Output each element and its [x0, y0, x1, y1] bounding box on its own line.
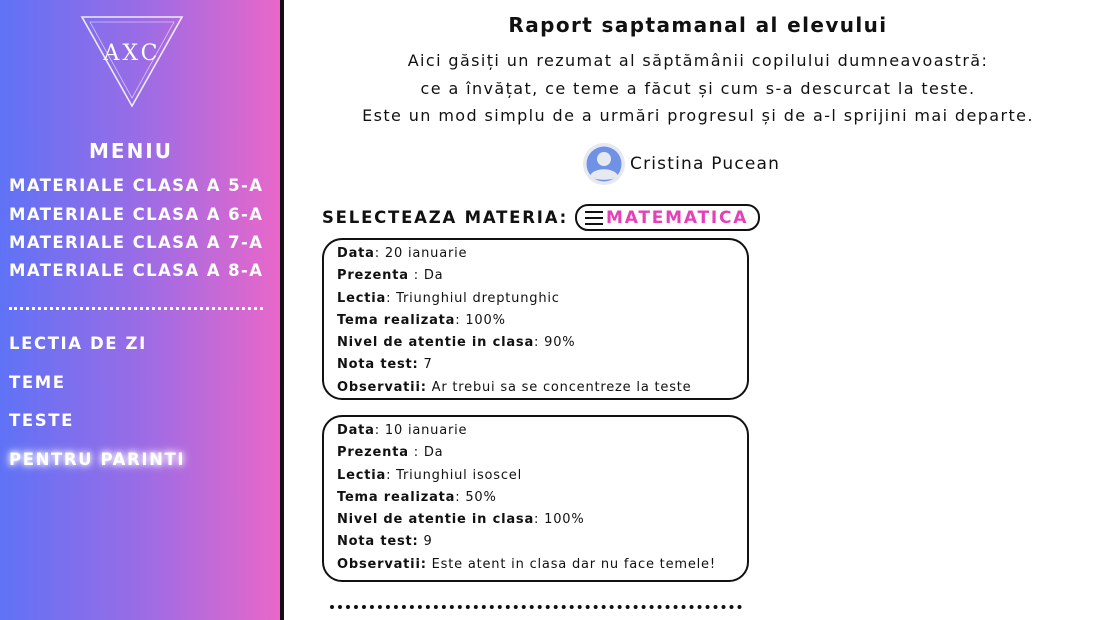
report-attention: Nivel de atentie in clasa: 100% [337, 512, 585, 528]
hamburger-icon [584, 210, 603, 225]
report-test-grade: Nota test: 9 [337, 534, 433, 550]
student-name: Cristina Pucean [630, 154, 781, 174]
intro-line-3: Este un mod simplu de a urmări progresul… [362, 106, 1034, 125]
subject-selector: SELECTEAZA MATERIA: MATEMATICA [322, 204, 761, 231]
report-date: Data: 10 ianuarie [337, 423, 468, 438]
subject-value: MATEMATICA [605, 207, 749, 228]
report-test-grade: Nota test: 7 [337, 357, 433, 373]
nav-pentru-parinti[interactable]: PENTRU PARINTI [9, 450, 185, 469]
intro-line-1: Aici găsiți un rezumat al săptămânii cop… [407, 51, 989, 70]
report-attendance: Prezenta : Da [337, 445, 444, 461]
nav-lectia-de-zi[interactable]: LECTIA DE ZI [9, 334, 147, 353]
report-date: Data: 20 ianuarie [337, 246, 468, 261]
report-homework: Tema realizata: 100% [337, 312, 506, 328]
subject-dropdown[interactable]: MATEMATICA [574, 204, 761, 231]
grade-7-link[interactable]: MATERIALE CLASA A 7-A [9, 233, 263, 252]
report-card: Data: 20 ianuarie Prezenta : Da Lectia: … [322, 238, 749, 400]
report-card: Data: 10 ianuarie Prezenta : Da Lectia: … [322, 415, 749, 582]
nav-teme[interactable]: TEME [9, 373, 66, 392]
report-observations: Observatii: Ar trebui sa se concentreze … [337, 379, 692, 395]
subject-label: SELECTEAZA MATERIA: [322, 208, 568, 227]
main-content: Raport saptamanal al elevului Aici găsiț… [284, 0, 1107, 620]
report-homework: Tema realizata: 50% [337, 489, 497, 505]
brand-logo[interactable]: AXC [80, 14, 184, 110]
student-profile: Cristina Pucean [583, 143, 780, 185]
intro-line-2: ce a învățat, ce teme a făcut și cum s-a… [420, 79, 976, 98]
section-divider [330, 605, 742, 609]
avatar-icon [583, 143, 625, 185]
grade-5-link[interactable]: MATERIALE CLASA A 5-A [9, 176, 263, 195]
report-lesson: Lectia: Triunghiul isoscel [337, 467, 522, 483]
page-title: Raport saptamanal al elevului [508, 13, 888, 37]
logo-triangle-icon: AXC [80, 16, 184, 108]
sidebar-divider [9, 307, 263, 310]
sidebar: AXC MENIU MATERIALE CLASA A 5-A MATERIAL… [0, 0, 280, 620]
grade-8-link[interactable]: MATERIALE CLASA A 8-A [9, 261, 263, 280]
report-attendance: Prezenta : Da [337, 268, 444, 284]
report-attention: Nivel de atentie in clasa: 90% [337, 335, 576, 351]
menu-title: MENIU [89, 139, 173, 163]
grade-6-link[interactable]: MATERIALE CLASA A 6-A [9, 205, 263, 224]
report-observations: Observatii: Este atent in clasa dar nu f… [337, 556, 716, 572]
nav-teste[interactable]: TESTE [9, 411, 74, 430]
logo-text: AXC [103, 41, 161, 66]
report-lesson: Lectia: Triunghiul dreptunghic [337, 290, 560, 306]
